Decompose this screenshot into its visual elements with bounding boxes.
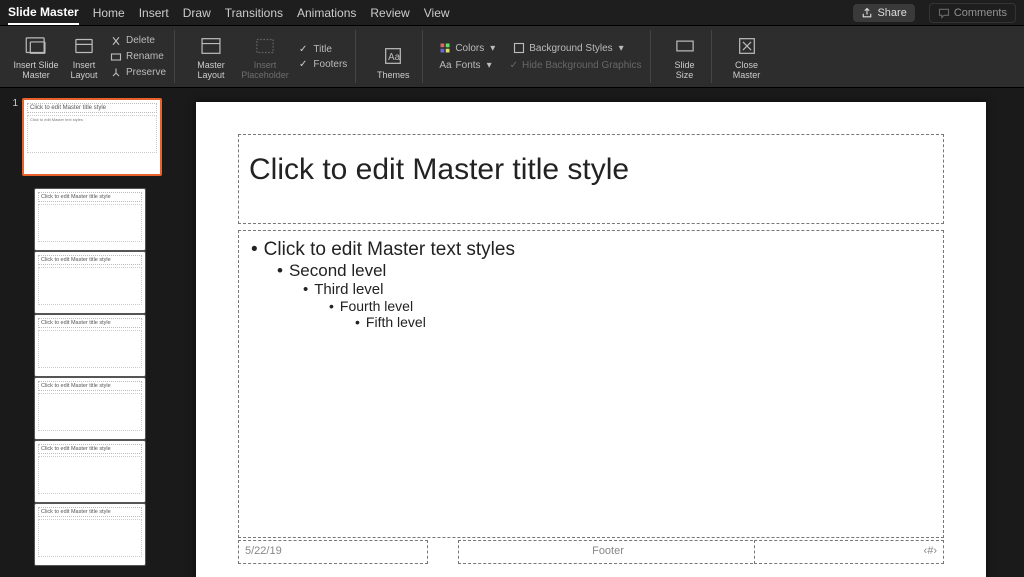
- master-content-placeholder[interactable]: Click to edit Master text styles Second …: [238, 230, 944, 538]
- master-layout-button[interactable]: Master Layout: [189, 30, 233, 83]
- date-placeholder[interactable]: 5/22/19: [238, 540, 428, 564]
- svg-text:Aa: Aa: [388, 52, 401, 63]
- master-number: 1: [8, 98, 18, 176]
- fonts-button[interactable]: Aa Fonts▾: [437, 59, 493, 72]
- bullet-level-3[interactable]: Third level: [303, 281, 931, 298]
- thumbnail-layout[interactable]: Click to edit Master title style: [34, 377, 146, 440]
- thumbnail-master[interactable]: Click to edit Master title style Click t…: [22, 98, 162, 176]
- tab-view[interactable]: View: [424, 2, 450, 24]
- bullet-level-5[interactable]: Fifth level: [355, 314, 931, 330]
- themes-button[interactable]: Aa Themes: [370, 30, 416, 83]
- thumbnail-layout[interactable]: Click to edit Master title style: [34, 188, 146, 251]
- close-master-button[interactable]: Close Master: [726, 30, 768, 83]
- title-checkbox[interactable]: Title: [297, 43, 349, 56]
- delete-button[interactable]: Delete: [108, 34, 168, 48]
- thumbnail-layout[interactable]: Click to edit Master title style: [34, 314, 146, 377]
- tab-animations[interactable]: Animations: [297, 2, 356, 24]
- slide-master-canvas[interactable]: Click to edit Master title style Click t…: [196, 102, 986, 577]
- background-styles-button[interactable]: Background Styles▾: [511, 41, 625, 55]
- comments-button[interactable]: Comments: [929, 3, 1016, 23]
- share-label: Share: [877, 7, 906, 19]
- insert-layout-icon: [71, 33, 97, 59]
- fonts-icon: Aa: [439, 60, 451, 71]
- bullet-level-2[interactable]: Second level: [277, 261, 931, 281]
- tab-transitions[interactable]: Transitions: [225, 2, 283, 24]
- hide-background-checkbox: ✓ Hide Background Graphics: [508, 59, 644, 72]
- colors-icon: [439, 42, 451, 54]
- workspace: 1 Click to edit Master title style Click…: [0, 88, 1024, 577]
- footers-checkbox[interactable]: Footers: [297, 58, 349, 71]
- insert-layout-button[interactable]: Insert Layout: [64, 30, 104, 83]
- themes-icon: Aa: [380, 43, 406, 69]
- bullet-level-1[interactable]: Click to edit Master text styles: [251, 239, 931, 261]
- rename-button[interactable]: Rename: [108, 50, 168, 64]
- thumbnail-layout[interactable]: Click to edit Master title style: [34, 503, 146, 566]
- chevron-down-icon: ▾: [490, 43, 495, 54]
- colors-button[interactable]: Colors▾: [437, 41, 497, 55]
- background-styles-icon: [513, 42, 525, 54]
- insert-slide-master-button[interactable]: Insert Slide Master: [12, 30, 60, 83]
- slide-canvas-area[interactable]: Click to edit Master title style Click t…: [170, 88, 1024, 577]
- close-icon: [734, 33, 760, 59]
- tab-insert[interactable]: Insert: [139, 2, 169, 24]
- ribbon-tabs: Slide Master Home Insert Draw Transition…: [0, 0, 1024, 26]
- insert-placeholder-icon: [252, 33, 278, 59]
- slide-size-icon: [672, 33, 698, 59]
- share-button[interactable]: Share: [853, 4, 914, 22]
- chevron-down-icon: ▾: [487, 60, 492, 71]
- tab-review[interactable]: Review: [370, 2, 409, 24]
- slide-number-placeholder[interactable]: ‹#›: [754, 540, 944, 564]
- thumbnail-layout[interactable]: Click to edit Master title style: [34, 440, 146, 503]
- footer-placeholder[interactable]: Footer: [458, 540, 758, 564]
- ribbon: Insert Slide Master Insert Layout Delete…: [0, 26, 1024, 88]
- tab-slide-master[interactable]: Slide Master: [8, 1, 79, 25]
- tab-draw[interactable]: Draw: [183, 2, 211, 24]
- thumbnail-layout[interactable]: Click to edit Master title style: [34, 251, 146, 314]
- slide-size-button[interactable]: Slide Size: [665, 30, 705, 83]
- comments-label: Comments: [954, 7, 1007, 19]
- checkmark-icon: ✓: [510, 60, 518, 71]
- slide-thumbnails-panel[interactable]: 1 Click to edit Master title style Click…: [0, 88, 170, 577]
- insert-slide-master-icon: [23, 33, 49, 59]
- master-layout-icon: [198, 33, 224, 59]
- preserve-button[interactable]: Preserve: [108, 66, 168, 80]
- chevron-down-icon: ▾: [619, 43, 624, 54]
- master-title-placeholder[interactable]: Click to edit Master title style: [238, 134, 944, 224]
- bullet-level-4[interactable]: Fourth level: [329, 298, 931, 314]
- tab-home[interactable]: Home: [93, 2, 125, 24]
- insert-placeholder-button: Insert Placeholder: [237, 30, 293, 83]
